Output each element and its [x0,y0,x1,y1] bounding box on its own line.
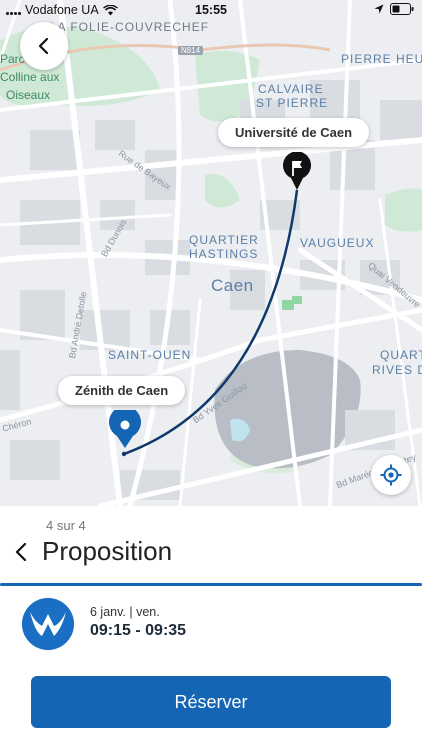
map-label-pierre-heu: PIERRE HEU [341,52,422,66]
map-road-shield: N814 [178,46,204,55]
locate-me-button[interactable] [371,455,411,495]
proposal-panel: 4 sur 4 Proposition 6 janv. | ven. 09:15… [0,506,422,750]
battery-icon [390,3,414,15]
flag-icon [283,152,311,190]
reserve-button[interactable]: Réserver [31,676,391,728]
title-row: Proposition [14,536,172,567]
map-label-saint-pierre: ST PIERRE [256,96,329,110]
map-label-quartier: QUARTIER [189,233,259,247]
status-bar: Vodafone UA 15:55 [0,0,422,20]
map-label-calvaire: CALVAIRE [258,82,324,96]
panel-divider [0,583,422,586]
logo-icon [22,598,74,650]
panel-title: Proposition [42,536,173,566]
origin-label[interactable]: Zénith de Caen [58,376,186,405]
location-arrow-icon [374,4,384,14]
crosshair-icon [380,464,402,486]
map-label-vaugueux: VAUGUEUX [300,236,375,250]
map-back-button[interactable] [20,22,68,70]
carrier-logo [22,598,74,650]
map-label-rives: RIVES D [372,363,422,377]
origin-pin-marker[interactable] [108,410,142,450]
chevron-left-icon [38,37,49,55]
map-pin-icon [109,410,141,448]
map-label-quart: QUART [380,348,422,362]
map-label-folie: LA FOLIE-COUVRECHEF [50,20,210,34]
map-label-saint-ouen: SAINT-OUEN [108,348,192,362]
destination-label[interactable]: Université de Caen [218,118,370,147]
map-label-oiseaux: Oiseaux [6,88,51,102]
step-indicator: 4 sur 4 [46,518,86,533]
map-view[interactable]: LA FOLIE-COUVRECHEF CALVAIRE ST PIERRE P… [0,0,422,506]
map-label-colline: Colline aux [0,70,60,84]
map-label-caen: Caen [211,276,254,295]
status-time: 15:55 [195,3,227,17]
trip-date: 6 janv. | ven. [90,605,160,619]
map-label-hastings: HASTINGS [189,247,259,261]
chevron-left-icon[interactable] [14,542,28,562]
trip-time-range: 09:15 - 09:35 [90,622,187,639]
destination-flag-marker[interactable] [281,152,313,192]
